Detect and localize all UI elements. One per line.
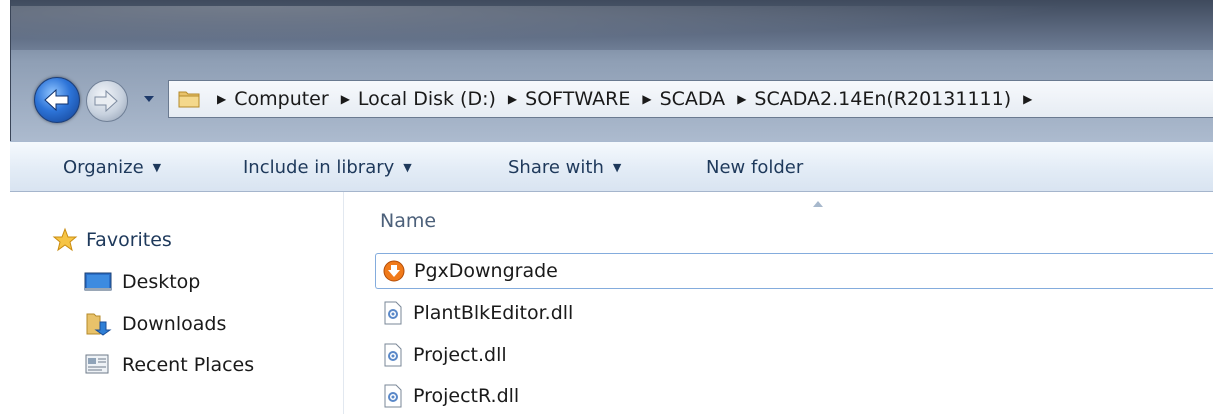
breadcrumb-item-scada[interactable]: ▶ SCADA (630, 88, 725, 110)
new-folder-button[interactable]: New folder (706, 142, 803, 192)
desktop-icon (84, 270, 112, 294)
file-row-projectr[interactable]: ProjectR.dll (375, 378, 1213, 414)
breadcrumb-arrow-icon[interactable]: ▶ (1023, 92, 1032, 106)
star-icon (52, 227, 78, 252)
organize-button[interactable]: Organize ▼ (63, 142, 161, 192)
breadcrumb-arrow-icon[interactable]: ▶ (642, 92, 651, 106)
recent-places-icon (84, 353, 112, 377)
favorites-label: Favorites (86, 229, 172, 251)
folder-icon (178, 91, 200, 108)
breadcrumb-label[interactable]: Local Disk (D:) (358, 88, 496, 110)
back-arrow-icon (44, 88, 69, 112)
file-name: ProjectR.dll (413, 385, 520, 407)
sidebar-item-desktop[interactable]: Desktop (84, 268, 200, 296)
address-bar[interactable]: ▶ Computer ▶ Local Disk (D:) ▶ SOFTWARE … (168, 80, 1213, 118)
file-name: PlantBlkEditor.dll (413, 302, 574, 324)
share-with-label: Share with (508, 156, 604, 178)
downloads-folder-icon (84, 312, 112, 336)
breadcrumb-item-software[interactable]: ▶ SOFTWARE (496, 88, 630, 110)
organize-label: Organize (63, 156, 144, 178)
breadcrumb-label[interactable]: Computer (234, 88, 328, 110)
sidebar-item-label: Desktop (122, 271, 201, 293)
favorites-header[interactable]: Favorites (52, 226, 172, 254)
file-row-project[interactable]: Project.dll (375, 337, 1213, 373)
screen-margin (0, 0, 10, 414)
back-button[interactable] (34, 77, 80, 123)
breadcrumb-item-more[interactable]: ▶ (1011, 92, 1040, 106)
file-row-plantblkeditor[interactable]: PlantBlkEditor.dll (375, 295, 1213, 331)
include-in-library-label: Include in library (243, 156, 395, 178)
breadcrumb-label[interactable]: SCADA (660, 88, 726, 110)
column-header-name[interactable]: Name (380, 210, 436, 232)
command-bar: Organize ▼ Include in library ▼ Share wi… (10, 141, 1213, 192)
dll-file-icon (381, 301, 405, 325)
breadcrumb-arrow-icon[interactable]: ▶ (341, 92, 350, 106)
breadcrumb-item-local-disk[interactable]: ▶ Local Disk (D:) (329, 88, 496, 110)
sidebar-item-recent-places[interactable]: Recent Places (84, 351, 254, 379)
chevron-down-icon: ▼ (403, 160, 412, 174)
sidebar-item-label: Downloads (122, 313, 227, 335)
chevron-down-icon: ▼ (152, 160, 162, 174)
breadcrumb-arrow-icon[interactable]: ▶ (217, 92, 226, 106)
file-name: Project.dll (413, 344, 507, 366)
installer-icon (382, 259, 406, 283)
breadcrumb-arrow-icon[interactable]: ▶ (737, 92, 746, 106)
breadcrumb-arrow-icon[interactable]: ▶ (508, 92, 517, 106)
chevron-down-icon: ▼ (612, 160, 622, 174)
breadcrumb-item-computer[interactable]: ▶ Computer (205, 88, 329, 110)
file-name: PgxDowngrade (414, 260, 558, 282)
breadcrumb-item-scada-version[interactable]: ▶ SCADA2.14En(R20131111) (725, 88, 1011, 110)
include-in-library-button[interactable]: Include in library ▼ (243, 142, 412, 192)
dll-file-icon (381, 384, 405, 408)
forward-arrow-icon (94, 89, 118, 113)
sort-ascending-icon (813, 201, 823, 207)
new-folder-label: New folder (706, 156, 804, 178)
share-with-button[interactable]: Share with ▼ (508, 142, 621, 192)
file-row-pgxdowngrade[interactable]: PgxDowngrade (375, 253, 1213, 289)
forward-button[interactable] (86, 80, 128, 122)
dll-file-icon (381, 343, 405, 367)
breadcrumb-label[interactable]: SOFTWARE (525, 88, 630, 110)
breadcrumb: ▶ Computer ▶ Local Disk (D:) ▶ SOFTWARE … (205, 81, 1040, 117)
breadcrumb-label[interactable]: SCADA2.14En(R20131111) (754, 88, 1011, 110)
recent-pages-button[interactable] (143, 93, 155, 105)
sidebar-item-label: Recent Places (122, 354, 255, 376)
sidebar-item-downloads[interactable]: Downloads (84, 310, 226, 338)
